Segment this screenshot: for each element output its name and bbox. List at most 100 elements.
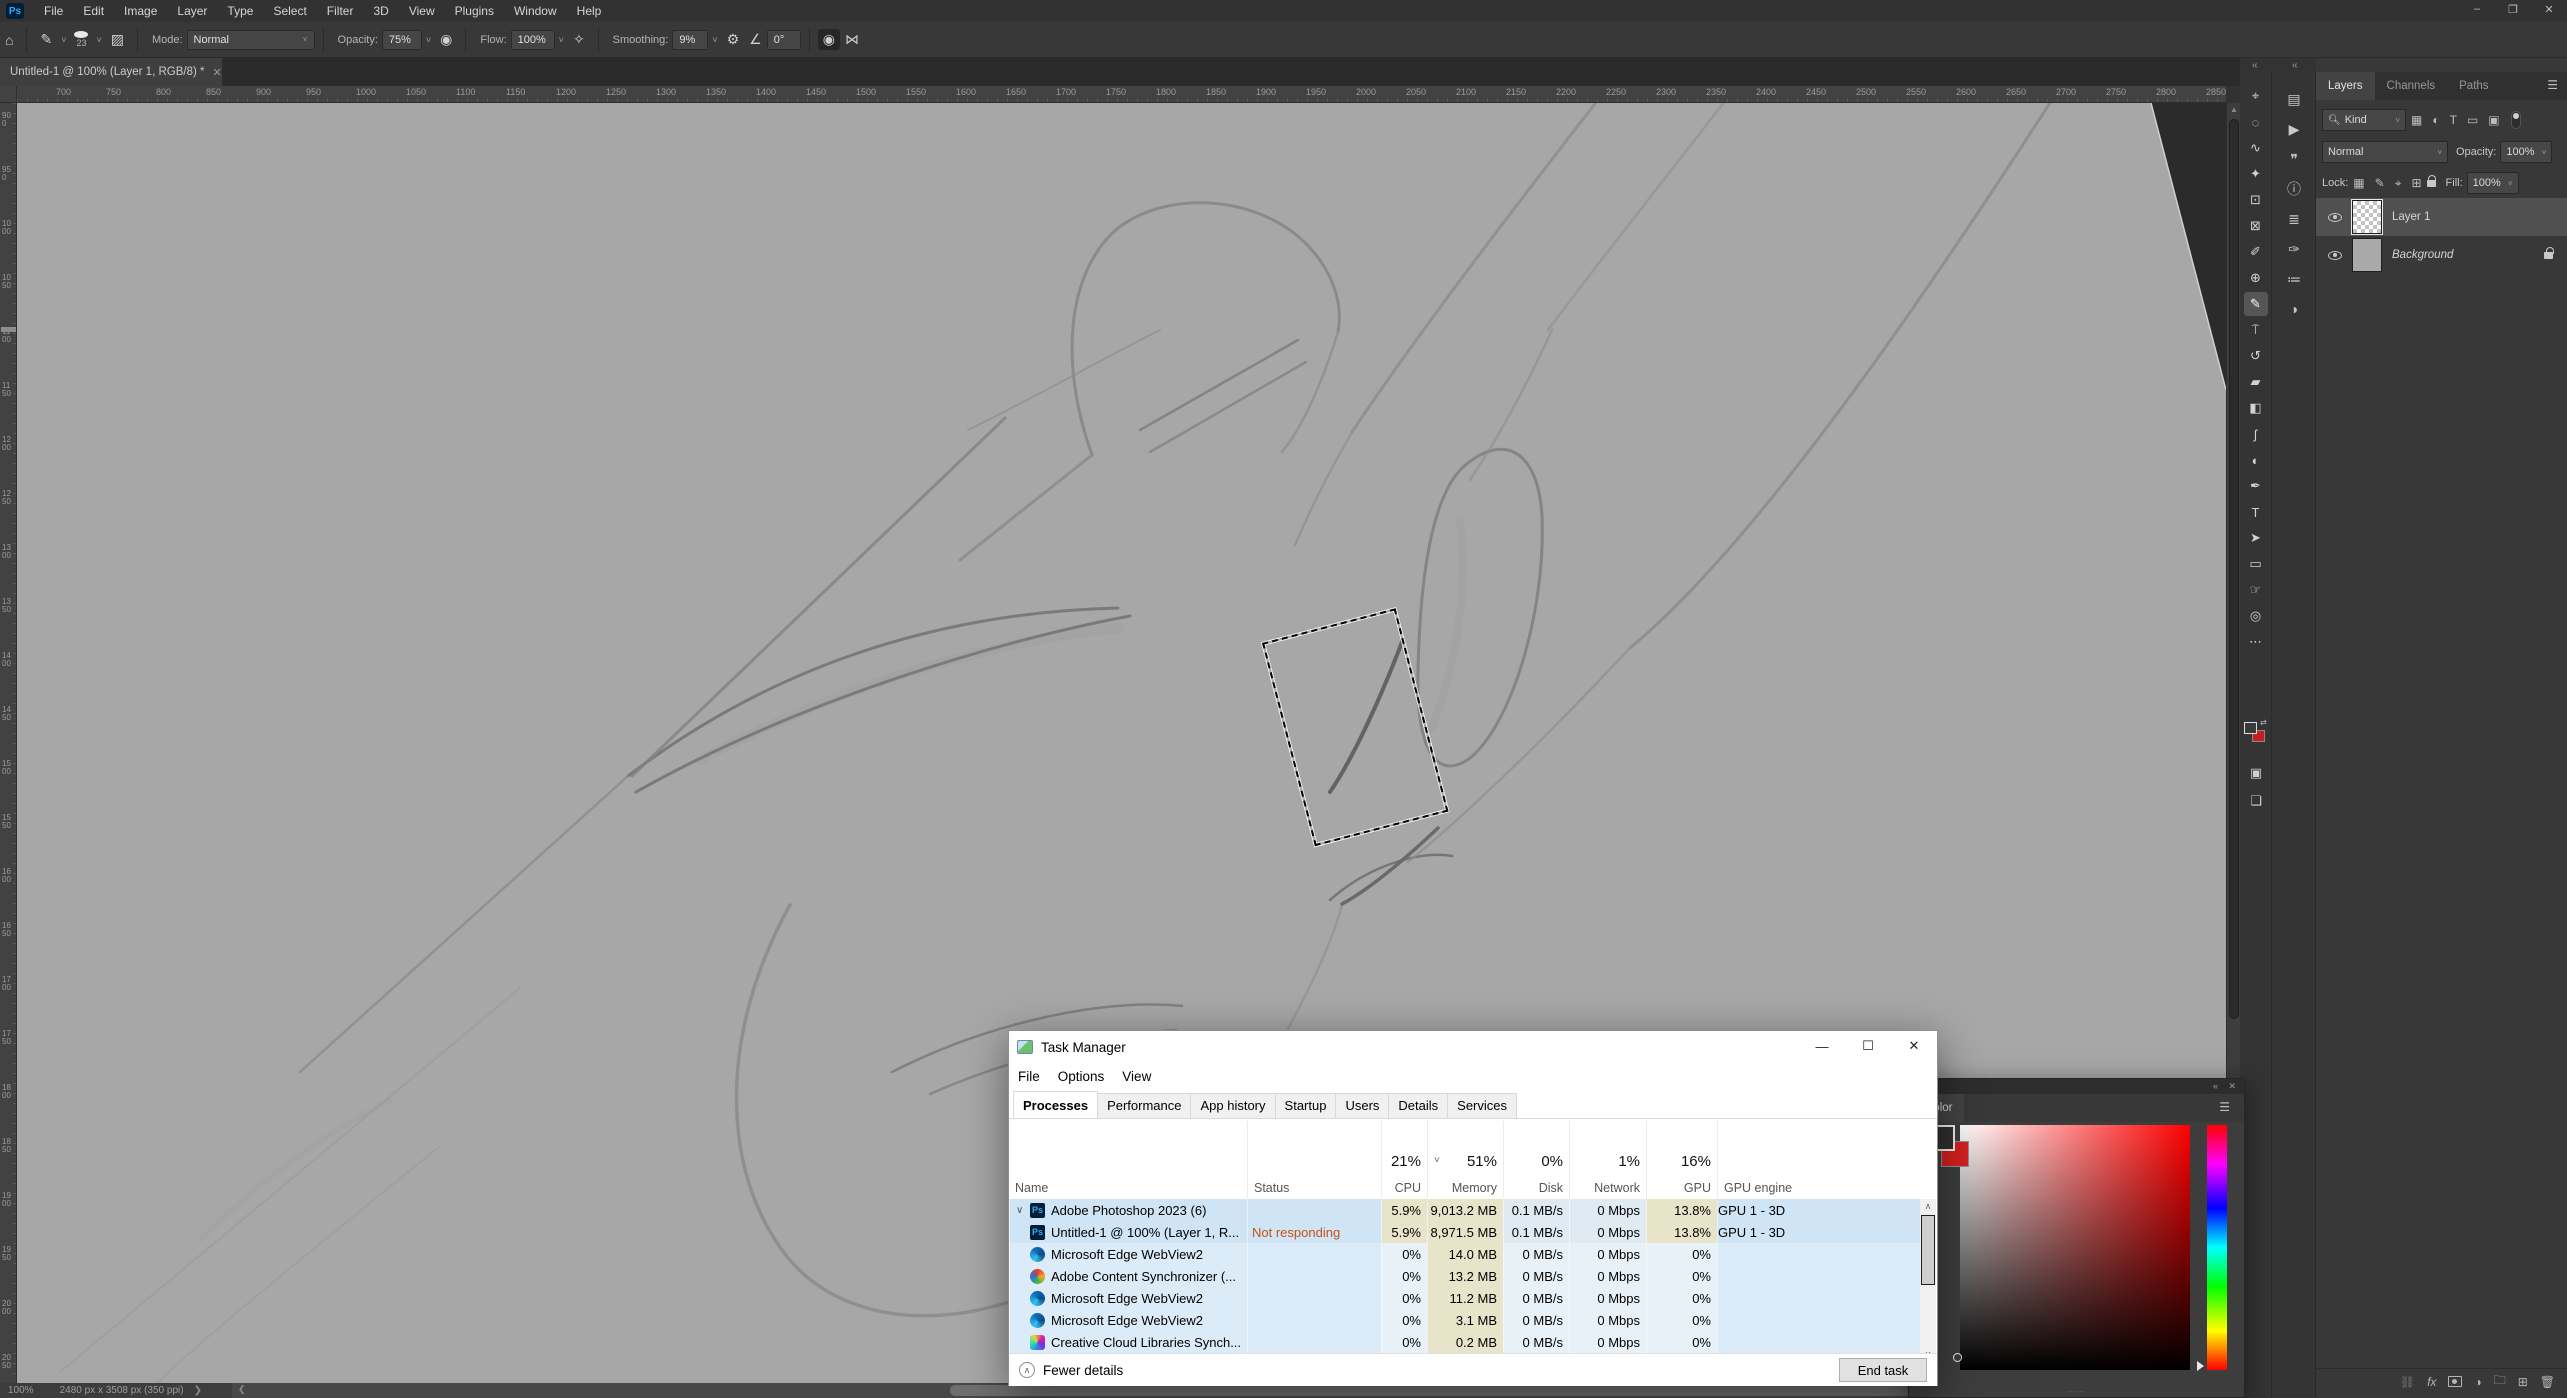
hue-slider-arrow[interactable] bbox=[2197, 1361, 2204, 1371]
add-mask-icon[interactable] bbox=[2448, 1376, 2462, 1387]
layer-fill-field[interactable]: 100%˅ bbox=[2467, 172, 2519, 194]
saturation-brightness-field[interactable] bbox=[1960, 1125, 2190, 1370]
menu-view[interactable]: View bbox=[1113, 1069, 1160, 1084]
tm-vertical-scrollbar[interactable]: ᴧ v bbox=[1920, 1199, 1936, 1361]
menu-select[interactable]: Select bbox=[263, 0, 316, 22]
layer-thumbnail[interactable] bbox=[2352, 238, 2382, 272]
column-memory[interactable]: ˅ 51% Memory bbox=[1427, 1121, 1503, 1199]
table-row[interactable]: Microsoft Edge WebView20%3.1 MB0 MB/s0 M… bbox=[1009, 1309, 1922, 1331]
filter-toggle[interactable] bbox=[2511, 111, 2521, 129]
lasso-tool[interactable]: ∿ bbox=[2244, 136, 2268, 160]
panel-menu-icon[interactable]: ☰ bbox=[2547, 78, 2559, 92]
link-layers-icon[interactable]: ⛓︎ bbox=[2400, 1375, 2415, 1389]
filter-type-layers-icon[interactable]: T bbox=[2450, 113, 2457, 127]
expand-chevron-icon[interactable]: ∨ bbox=[1016, 1205, 1030, 1216]
gear-icon[interactable]: ⚙ bbox=[722, 31, 745, 48]
column-network[interactable]: 1% Network bbox=[1569, 1121, 1646, 1199]
column-gpu-engine[interactable]: GPU engine bbox=[1717, 1121, 1922, 1199]
smudge-tool[interactable]: ʃ bbox=[2244, 422, 2268, 446]
column-disk[interactable]: 0% Disk bbox=[1503, 1121, 1569, 1199]
chevron-down-icon[interactable]: ˅ bbox=[708, 35, 721, 45]
end-task-button[interactable]: End task bbox=[1839, 1358, 1927, 1382]
restore-button[interactable]: ❐ bbox=[2495, 0, 2531, 18]
visibility-eye-icon[interactable] bbox=[2328, 251, 2342, 260]
color-selector-ring[interactable] bbox=[1953, 1353, 1962, 1362]
tab-paths[interactable]: Paths bbox=[2447, 72, 2500, 100]
table-row[interactable]: Adobe Content Synchronizer (...0%13.2 MB… bbox=[1009, 1265, 1922, 1287]
layer-thumbnail[interactable] bbox=[2352, 200, 2382, 234]
eraser-tool[interactable]: ▰ bbox=[2244, 370, 2268, 394]
lock-all-icon[interactable] bbox=[2427, 180, 2436, 187]
actions-panel[interactable]: ▶ bbox=[2281, 116, 2307, 142]
table-row[interactable]: Microsoft Edge WebView20%14.0 MB0 MB/s0 … bbox=[1009, 1243, 1922, 1265]
layer-name[interactable]: Layer 1 bbox=[2392, 211, 2430, 223]
collapse-tools-icon[interactable]: « bbox=[2252, 60, 2258, 71]
column-gpu[interactable]: 16% GPU bbox=[1646, 1121, 1717, 1199]
brush-preset-icon[interactable]: ✎ bbox=[35, 31, 57, 48]
version-history-panel[interactable]: ▤ bbox=[2281, 86, 2307, 112]
menu-window[interactable]: Window bbox=[504, 0, 567, 22]
table-row[interactable]: Microsoft Edge WebView20%11.2 MB0 MB/s0 … bbox=[1009, 1287, 1922, 1309]
comments-panel[interactable]: ❞ bbox=[2281, 146, 2307, 172]
table-row[interactable]: ∨PsAdobe Photoshop 2023 (6)5.9%9,013.2 M… bbox=[1009, 1199, 1922, 1221]
layer-row-background[interactable]: Background bbox=[2316, 236, 2567, 274]
tm-tab-details[interactable]: Details bbox=[1388, 1093, 1448, 1119]
tm-tab-startup[interactable]: Startup bbox=[1275, 1093, 1337, 1119]
tool-presets-panel[interactable]: ✑ bbox=[2281, 236, 2307, 262]
layer-filter-select[interactable]: 🔍︎ Kind˅ bbox=[2322, 109, 2406, 131]
pen-tool[interactable]: ✒ bbox=[2244, 474, 2268, 498]
scroll-thumb[interactable] bbox=[1921, 1215, 1935, 1285]
delete-layer-icon[interactable]: 🗑︎ bbox=[2540, 1375, 2555, 1389]
filter-pixel-layers-icon[interactable]: ▦ bbox=[2411, 113, 2422, 127]
tm-tab-app-history[interactable]: App history bbox=[1190, 1093, 1275, 1119]
move-tool[interactable]: ⌖ bbox=[2244, 84, 2268, 108]
close-button[interactable]: ✕ bbox=[1891, 1031, 1937, 1061]
new-layer-icon[interactable]: ⊞ bbox=[2518, 1375, 2528, 1389]
type-tool[interactable]: T bbox=[2244, 500, 2268, 524]
panel-menu-icon[interactable]: ☰ bbox=[2219, 1100, 2230, 1114]
menu-filter[interactable]: Filter bbox=[317, 0, 364, 22]
scroll-left-icon[interactable]: ❮ bbox=[238, 1384, 246, 1395]
symmetry-icon[interactable]: ⋈ bbox=[840, 31, 864, 48]
lock-pixels-icon[interactable]: ✎ bbox=[2375, 176, 2385, 190]
table-row[interactable]: Creative Cloud Libraries Synch...0%0.2 M… bbox=[1009, 1331, 1922, 1353]
close-button[interactable]: ✕ bbox=[2531, 0, 2567, 18]
table-row[interactable]: PsUntitled-1 @ 100% (Layer 1, R...Not re… bbox=[1009, 1221, 1922, 1243]
visibility-eye-icon[interactable] bbox=[2328, 213, 2342, 222]
mode-select[interactable]: Normal˅ bbox=[187, 30, 315, 50]
brush-tool[interactable]: ✎ bbox=[2244, 292, 2268, 316]
vertical-scroll-thumb[interactable] bbox=[2229, 119, 2239, 1019]
info-panel[interactable]: ⓘ bbox=[2281, 176, 2307, 202]
pressure-opacity-icon[interactable]: ◉ bbox=[435, 31, 457, 48]
chevron-down-icon[interactable]: ˅ bbox=[57, 35, 70, 45]
task-manager-titlebar[interactable]: Task Manager bbox=[1009, 1031, 1937, 1063]
screen-mode-button[interactable]: ❏ bbox=[2244, 790, 2268, 812]
chevron-down-icon[interactable]: ˅ bbox=[92, 35, 105, 45]
column-cpu[interactable]: 21% CPU bbox=[1381, 1121, 1427, 1199]
tab-channels[interactable]: Channels bbox=[2375, 72, 2448, 100]
angle-field[interactable]: 0° bbox=[767, 30, 801, 50]
status-chevron-icon[interactable]: ❯ bbox=[194, 1385, 202, 1396]
menu-layer[interactable]: Layer bbox=[167, 0, 217, 22]
frame-tool[interactable]: ⊠ bbox=[2244, 214, 2268, 238]
airbrush-icon[interactable]: ✧ bbox=[568, 31, 590, 48]
menu-plugins[interactable]: Plugins bbox=[445, 0, 504, 22]
filter-adjustment-layers-icon[interactable]: ◐ bbox=[2432, 113, 2439, 127]
pressure-size-icon[interactable]: ◉ bbox=[818, 29, 840, 50]
home-icon[interactable]: ⌂ bbox=[0, 32, 18, 48]
rectangle-tool[interactable]: ▭ bbox=[2244, 552, 2268, 576]
filter-smart-objects-icon[interactable]: ▣ bbox=[2488, 113, 2499, 127]
tm-tab-services[interactable]: Services bbox=[1447, 1093, 1517, 1119]
hue-slider[interactable] bbox=[2207, 1125, 2227, 1370]
new-group-icon[interactable]: 🗀︎ bbox=[2494, 1371, 2506, 1392]
properties-panel[interactable]: ≔ bbox=[2281, 266, 2307, 292]
scroll-up-icon[interactable]: ᴧ bbox=[1920, 1201, 1936, 1211]
menu-3d[interactable]: 3D bbox=[363, 0, 398, 22]
tm-tab-processes[interactable]: Processes bbox=[1013, 1091, 1098, 1119]
menu-file[interactable]: File bbox=[34, 0, 73, 22]
quick-mask-button[interactable]: ▣ bbox=[2244, 762, 2268, 784]
menu-view[interactable]: View bbox=[399, 0, 445, 22]
minimize-button[interactable]: – bbox=[2459, 0, 2495, 18]
collapse-panel-icon[interactable]: « bbox=[2213, 1081, 2218, 1091]
clone-stamp-tool[interactable]: ⍑ bbox=[2244, 318, 2268, 342]
